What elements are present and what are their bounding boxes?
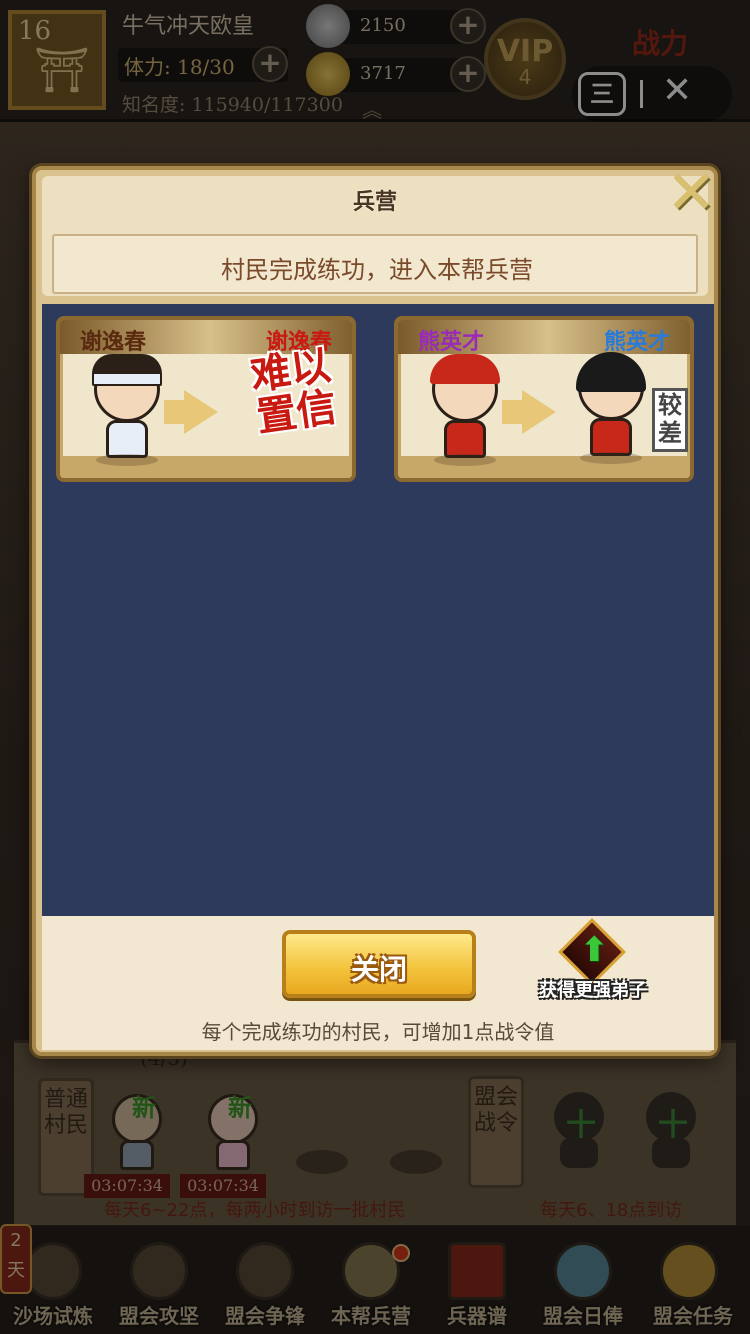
villager-chibi	[420, 354, 510, 466]
get-stronger-disciple-button[interactable]: ⬆ 获得更强弟子	[528, 916, 658, 1012]
promotion-card-2[interactable]: 熊英才 熊英才 较差	[394, 316, 694, 482]
promotion-arrow-icon	[522, 390, 556, 434]
red-headscarf	[430, 354, 500, 384]
footer-note: 每个完成练功的村民，可增加1点战令值	[201, 1020, 555, 1044]
modal-close-icon[interactable]: ✕	[658, 158, 722, 228]
arrow-tail	[502, 400, 524, 424]
green-up-arrow-icon: ⬆	[580, 930, 609, 970]
modal-body: 谢逸春 谢逸春 难以置信 熊英才 熊英才 较差	[42, 304, 714, 916]
modal-footer: 关闭 ⬆ 获得更强弟子 每个完成练功的村民，可增加1点战令值	[42, 916, 714, 1050]
stronger-disciple-label: 获得更强弟子	[539, 980, 647, 1001]
chibi-body	[106, 420, 148, 458]
arrow-tail	[164, 400, 186, 424]
unbelievable-stamp: 难以置信	[247, 341, 340, 441]
promotion-arrow-icon	[184, 390, 218, 434]
chibi-shadow	[580, 452, 642, 464]
disciple-chibi	[566, 352, 656, 464]
close-button[interactable]: 关闭	[282, 930, 476, 998]
crossed-swords-close-icon: ✕	[666, 158, 717, 228]
chibi-shadow	[434, 454, 496, 466]
quality-badge: 较差	[652, 388, 688, 452]
modal-subtitle-box: 村民完成练功，进入本帮兵营	[52, 234, 698, 294]
modal-subtitle: 村民完成练功，进入本帮兵营	[221, 256, 533, 284]
villager-chibi	[82, 354, 172, 466]
close-button-label: 关闭	[350, 953, 407, 986]
villager-name: 熊英才	[418, 330, 485, 355]
chibi-hair	[576, 352, 646, 392]
villager-name: 谢逸春	[80, 330, 147, 355]
modal-header: 兵营 村民完成练功，进入本帮兵营	[42, 176, 708, 296]
modal-title: 兵营	[352, 190, 397, 215]
barracks-modal: 兵营 村民完成练功，进入本帮兵营 ✕ 谢逸春 谢逸春 难以置信 熊英才 熊英才 …	[32, 158, 718, 1056]
chibi-body	[444, 420, 486, 458]
chibi-shadow	[96, 454, 158, 466]
promotion-card-1[interactable]: 谢逸春 谢逸春 难以置信	[56, 316, 356, 482]
headband	[92, 372, 162, 386]
chibi-body	[590, 418, 632, 456]
